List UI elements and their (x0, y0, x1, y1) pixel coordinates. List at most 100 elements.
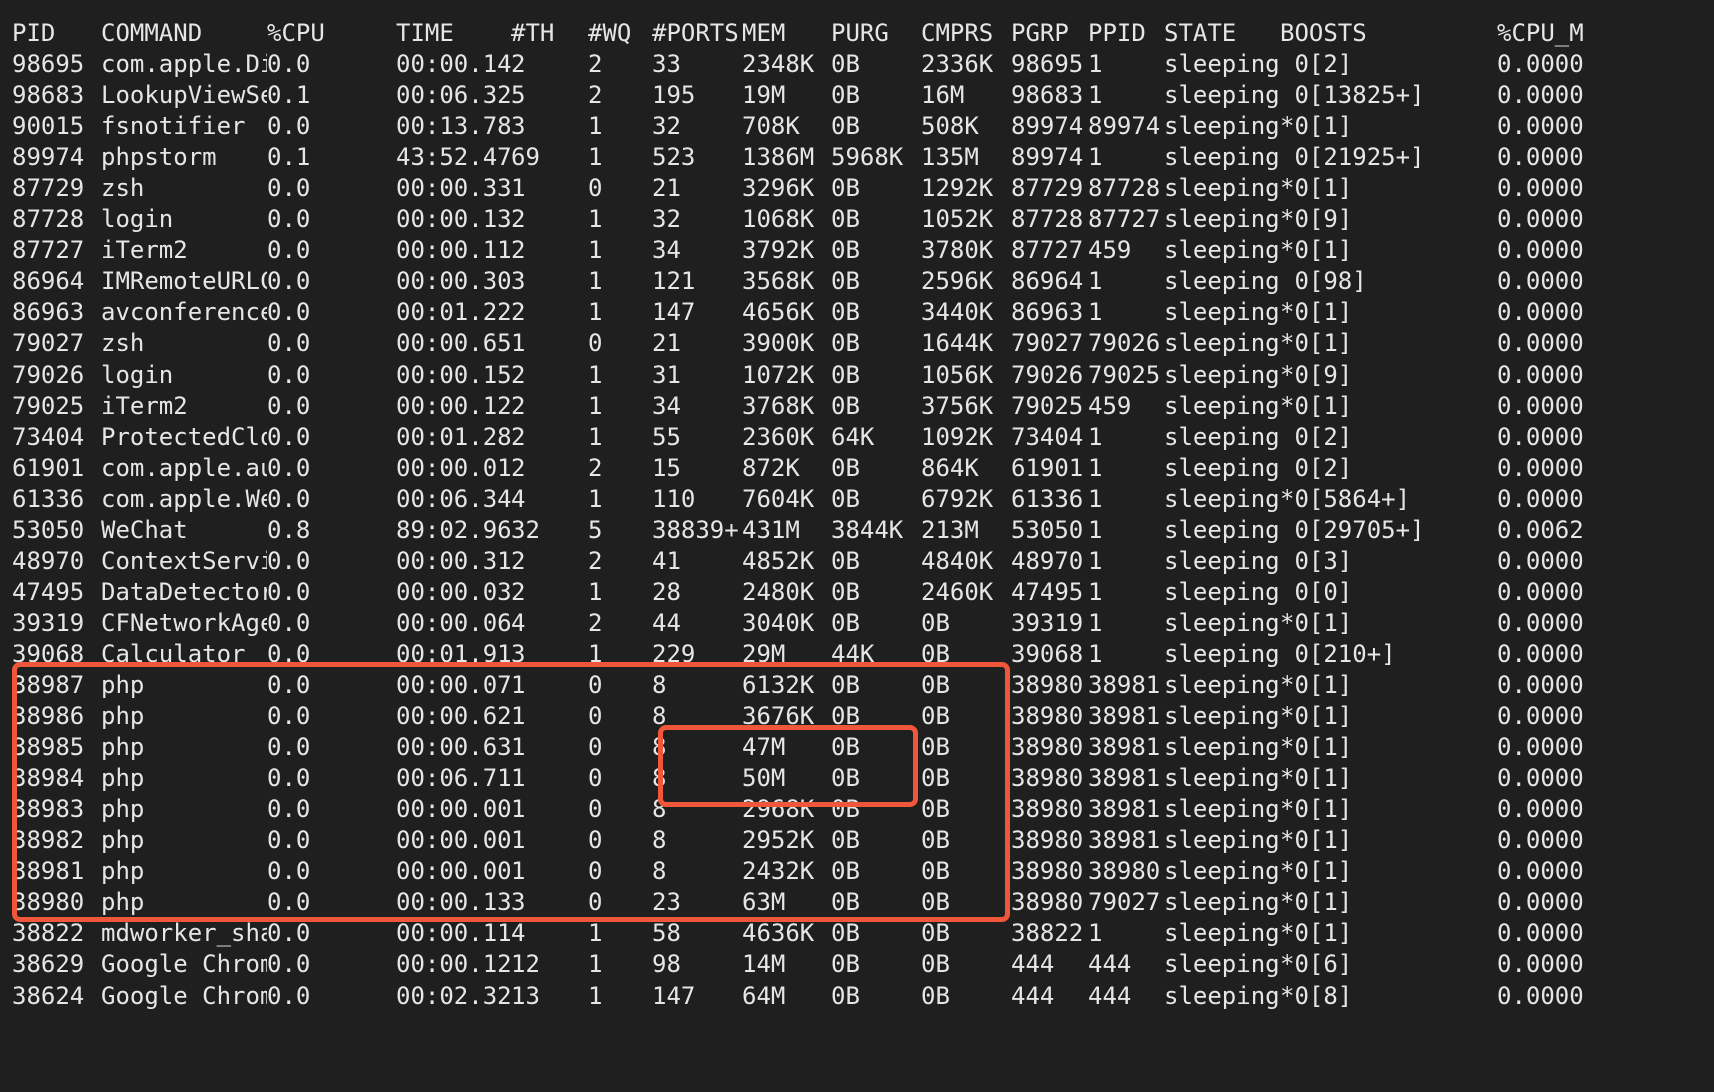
table-cell: *0[9] (1280, 205, 1353, 234)
table-cell: 0 (588, 764, 603, 793)
table-cell: sleeping (1164, 888, 1280, 917)
table-cell: php (101, 826, 145, 855)
table-cell: sleeping (1164, 267, 1280, 296)
table-cell: 0B (831, 795, 860, 824)
table-cell: 0.0000 (1497, 919, 1584, 948)
table-cell: 0 (588, 826, 603, 855)
table-cell: 19M (742, 81, 786, 110)
table-cell: 1 (1088, 453, 1103, 482)
table-cell: 79027 (12, 329, 85, 358)
table-row: 38983 php 0.0 00:00.00 1 0 8 2968K 0B 0B 38980 3898… (0, 792, 1714, 826)
table-cell: 1068K (742, 205, 815, 234)
table-cell: 00:00.06 (396, 608, 511, 637)
table-cell: 87727 (1011, 236, 1084, 265)
table-cell: 23 (652, 888, 681, 917)
table-cell: fsnotifier (101, 112, 246, 141)
table-cell: 1644K (921, 329, 994, 358)
table-cell: 39319 (12, 608, 85, 637)
table-cell: 00:00.00 (396, 857, 511, 886)
table-row: 47495 DataDetector 0.0 00:00.03 2 1 28 2480K 0B 2… (0, 575, 1714, 609)
table-cell: *0[1] (1280, 764, 1353, 793)
table-cell: 79025 (1011, 391, 1084, 420)
table-cell: 0B (921, 608, 950, 637)
column-header: PURG (831, 19, 889, 47)
table-cell: 2 (511, 236, 526, 265)
table-cell: 4 (511, 919, 526, 948)
table-cell: 2480K (742, 577, 815, 606)
table-cell: 8 (652, 795, 667, 824)
table-cell: 86963 (1011, 298, 1084, 327)
terminal-window: PID COMMAND %CPU TIME #TH #WQ #PORTS MEM PURG CMP… (0, 0, 1714, 1092)
table-cell: 1072K (742, 360, 815, 389)
table-cell: 8 (652, 733, 667, 762)
table-cell: 89974 (1088, 112, 1161, 141)
table-cell: 79026 (1011, 360, 1084, 389)
table-cell: 708K (742, 112, 800, 141)
table-cell: 0B (921, 857, 950, 886)
table-cell: 1 (1088, 639, 1103, 668)
table-row: 38984 php 0.0 00:06.71 1 0 8 50M 0B 0B 38980 38981 s… (0, 761, 1714, 795)
table-cell: 0.0 (267, 608, 311, 637)
table-cell: sleeping (1164, 205, 1280, 234)
table-cell: 1 (588, 950, 603, 979)
table-cell: 0B (921, 919, 950, 948)
table-cell: WeChat (101, 515, 188, 544)
table-cell: 00:00.00 (396, 795, 511, 824)
table-cell: 3 (511, 267, 526, 296)
table-cell: 872K (742, 453, 800, 482)
table-cell: 0B (831, 205, 860, 234)
table-cell: 1386M (742, 143, 815, 172)
table-cell: 61336 (1011, 484, 1084, 513)
table-cell: 0.0 (267, 391, 311, 420)
table-cell: 1 (1088, 50, 1103, 78)
table-cell: 8 (652, 764, 667, 793)
table-cell: 1 (588, 360, 603, 389)
table-cell: 0.0 (267, 546, 311, 575)
table-cell: 0.0000 (1497, 577, 1584, 606)
table-cell: 2 (588, 608, 603, 637)
table-cell: 5 (511, 81, 526, 110)
table-cell: iTerm2 (101, 391, 188, 420)
table-cell: 459 (1088, 236, 1132, 265)
table-cell: 89:02.96 (396, 515, 511, 544)
table-cell: 0.0 (267, 733, 311, 762)
table-cell: 38822 (1011, 919, 1084, 948)
table-cell: iTerm2 (101, 236, 188, 265)
table-cell: 87728 (1088, 174, 1161, 203)
table-cell: 0B (921, 795, 950, 824)
table-cell: 38629 (12, 950, 85, 979)
table-cell: 2 (511, 205, 526, 234)
table-cell: 0.0 (267, 950, 311, 979)
table-cell: 0.0 (267, 453, 311, 482)
table-cell: 32 (511, 515, 540, 544)
table-cell: 0B (831, 857, 860, 886)
table-cell: 5968K (831, 143, 904, 172)
table-cell: 63M (742, 888, 786, 917)
table-cell: 3756K (921, 391, 994, 420)
table-cell: 1 (511, 702, 526, 731)
table-cell: 00:00.63 (396, 733, 511, 762)
table-cell: 0[210+] (1280, 639, 1396, 668)
table-cell: 61901 (1011, 453, 1084, 482)
table-cell: 213M (921, 515, 979, 544)
table-row: 87728 login 0.0 00:00.13 2 1 32 1068K 0B 1052K 877… (0, 202, 1714, 236)
table-cell: 1 (588, 422, 603, 451)
table-cell: *0[5864+] (1280, 484, 1411, 513)
table-cell: 0B (921, 733, 950, 762)
table-cell: 147 (652, 981, 696, 1010)
table-cell: 1 (511, 329, 526, 358)
table-cell: 147 (652, 298, 696, 327)
table-cell: *0[1] (1280, 608, 1353, 637)
table-cell: 2 (511, 577, 526, 606)
table-cell: 1 (511, 764, 526, 793)
table-cell: 0.0000 (1497, 981, 1584, 1010)
table-cell: php (101, 888, 145, 917)
table-cell: 38980 (1011, 888, 1084, 917)
table-cell: 87727 (12, 236, 85, 265)
table-cell: 444 (1011, 981, 1055, 1010)
table-cell: ProtectedClo (101, 422, 267, 451)
table-cell: 0 (588, 702, 603, 731)
table-cell: 3568K (742, 267, 815, 296)
table-cell: 1 (1088, 608, 1103, 637)
table-cell: sleeping (1164, 236, 1280, 265)
